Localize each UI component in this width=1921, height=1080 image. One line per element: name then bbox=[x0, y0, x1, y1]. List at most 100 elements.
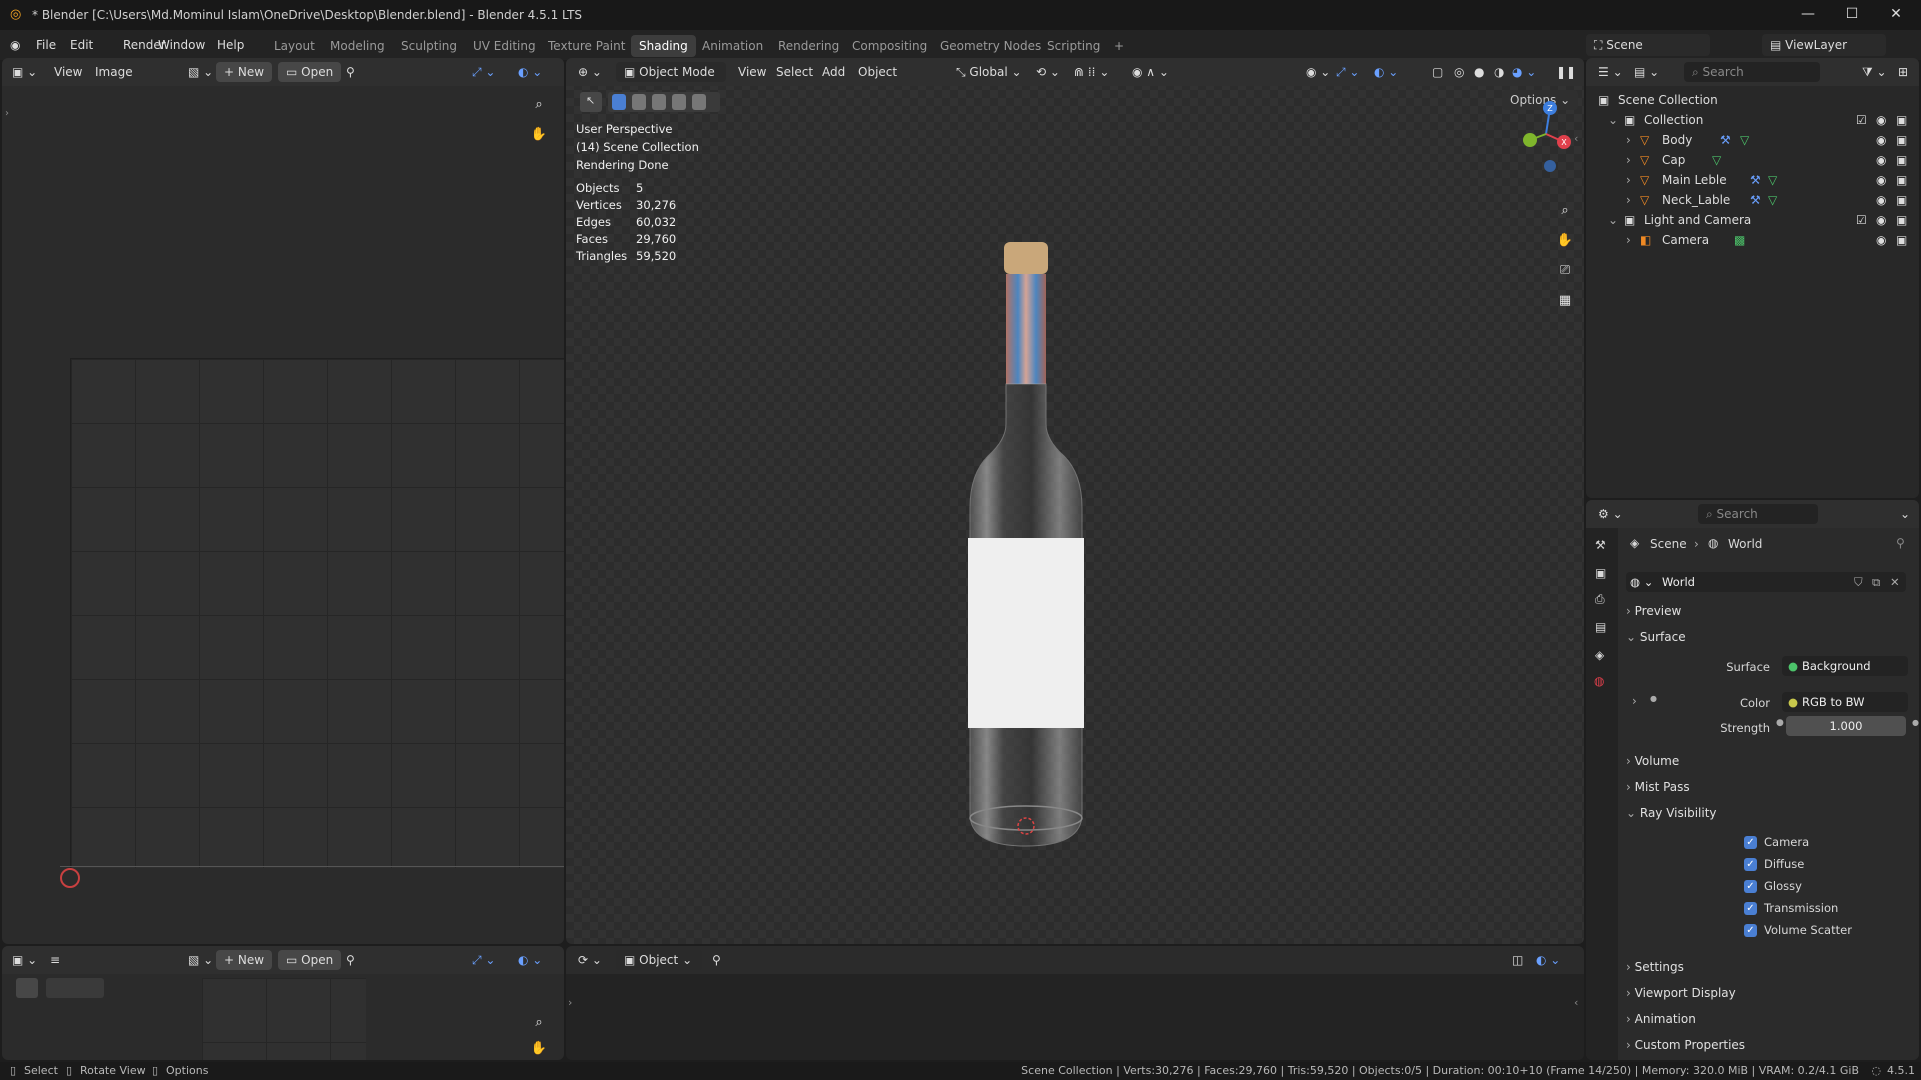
panel-viewport-display[interactable]: › Viewport Display bbox=[1626, 986, 1890, 1008]
close-button[interactable]: ✕ bbox=[1886, 6, 1906, 24]
editor-type-icon[interactable]: ▣ ⌄ bbox=[12, 950, 37, 970]
world-datablock[interactable]: ◍ ⌄ World ⛉ ⧉ ✕ bbox=[1626, 572, 1906, 592]
material-shading-icon[interactable]: ◑ bbox=[1494, 62, 1504, 82]
pin-icon[interactable]: ⚲ bbox=[346, 62, 355, 82]
select-extend-icon[interactable] bbox=[632, 94, 646, 110]
image-browse-icon[interactable]: ▧ ⌄ bbox=[188, 62, 213, 82]
chevron-down-icon[interactable]: ⌄ bbox=[1608, 113, 1618, 127]
3d-viewport[interactable]: ⊕ ⌄ ▣ Object Mode ⌄ View Select Add Obje… bbox=[566, 58, 1584, 944]
camera-render-icon[interactable]: ▣ bbox=[1896, 153, 1907, 167]
pan-hand-icon[interactable]: ✋ bbox=[1554, 230, 1576, 252]
menu-help[interactable]: Help bbox=[217, 38, 244, 52]
new-image-button[interactable]: + New bbox=[216, 62, 273, 82]
checkbox-icon[interactable]: ☑ bbox=[1856, 213, 1867, 227]
pin-icon[interactable]: ⚲ bbox=[1896, 536, 1905, 550]
editor-type-icon[interactable]: ⊕ ⌄ bbox=[578, 62, 602, 82]
tab-compositing[interactable]: Compositing bbox=[844, 35, 935, 57]
pan-hand-icon[interactable]: ✋ bbox=[528, 1038, 550, 1060]
eye-icon[interactable]: ◉ bbox=[1876, 113, 1886, 127]
display-mode-icon[interactable]: ▤ ⌄ bbox=[1634, 62, 1659, 82]
shader-type-selector[interactable]: ▣ Object ⌄ bbox=[616, 950, 702, 970]
eye-icon[interactable]: ◉ bbox=[1876, 133, 1886, 147]
panel-preview[interactable]: › Preview bbox=[1626, 604, 1890, 626]
tab-geometry-nodes[interactable]: Geometry Nodes bbox=[932, 35, 1049, 57]
select-tool-icon[interactable]: ↖ bbox=[580, 92, 602, 112]
eye-icon[interactable]: ◉ bbox=[1876, 193, 1886, 207]
glossy-checkbox[interactable]: ✓ bbox=[1744, 880, 1757, 893]
transmission-checkbox[interactable]: ✓ bbox=[1744, 902, 1757, 915]
menu-window[interactable]: Window bbox=[158, 38, 205, 52]
gizmo-toggle-icon[interactable]: ⤢ ⌄ bbox=[1336, 62, 1359, 82]
network-icon[interactable]: ◌ bbox=[1871, 1064, 1881, 1077]
menu-view[interactable]: View bbox=[738, 62, 766, 82]
proportional-edit-icon[interactable]: ◉ ∧ ⌄ bbox=[1132, 62, 1169, 82]
view-layer-selector[interactable]: ▤ ViewLayer bbox=[1762, 34, 1886, 56]
overlay-toggle-icon[interactable]: ◐ ⌄ bbox=[1374, 62, 1398, 82]
menu-select[interactable]: Select bbox=[776, 62, 813, 82]
menu-file[interactable]: File bbox=[36, 38, 56, 52]
outliner-search[interactable]: ⌕ Search bbox=[1684, 62, 1820, 82]
duplicate-icon[interactable]: ⧉ bbox=[1872, 572, 1880, 592]
chevron-right-icon[interactable]: › bbox=[1626, 233, 1631, 247]
camera-render-icon[interactable]: ▣ bbox=[1896, 133, 1907, 147]
select-subtract-icon[interactable] bbox=[652, 94, 666, 110]
select-invert-icon[interactable] bbox=[672, 94, 686, 110]
select-intersect-icon[interactable] bbox=[692, 94, 706, 110]
list-item[interactable]: ▣ Scene Collection bbox=[1586, 90, 1919, 110]
pan-hand-icon[interactable]: ✋ bbox=[528, 124, 550, 146]
pin-icon[interactable]: ⚲ bbox=[712, 950, 721, 970]
camera-view-icon[interactable]: ⎚ bbox=[1554, 260, 1576, 282]
editor-type-icon[interactable]: ▣ ⌄ bbox=[12, 62, 37, 82]
world-tab-icon[interactable]: ◍ bbox=[1594, 674, 1604, 688]
panel-mist-pass[interactable]: › Mist Pass bbox=[1626, 780, 1890, 802]
fake-user-icon[interactable]: ⛉ bbox=[1854, 572, 1863, 592]
mode-selector[interactable]: ▣ Object Mode ⌄ bbox=[616, 62, 726, 99]
chevron-right-icon[interactable]: › bbox=[1626, 173, 1631, 187]
panel-animation[interactable]: › Animation bbox=[1626, 1012, 1890, 1034]
sidebar-toggle-icon[interactable]: ‹ bbox=[1574, 132, 1578, 145]
surface-shader-field[interactable]: ● Background bbox=[1782, 656, 1908, 676]
tab-shading[interactable]: Shading bbox=[631, 35, 696, 57]
list-item[interactable]: › ◧ Camera ▩ ◉ ▣ bbox=[1586, 230, 1919, 250]
overlay-toggle-icon[interactable]: ◐ ⌄ bbox=[518, 950, 542, 970]
chevron-right-icon[interactable]: › bbox=[1626, 193, 1631, 207]
eye-icon[interactable]: ◉ bbox=[1876, 213, 1886, 227]
camera-render-icon[interactable]: ▣ bbox=[1896, 233, 1907, 247]
checkbox-icon[interactable]: ☑ bbox=[1856, 113, 1867, 127]
list-item[interactable]: › ▽ Cap ▽ ◉ ▣ bbox=[1586, 150, 1919, 170]
new-image-button[interactable]: + New bbox=[216, 950, 273, 970]
gizmo-toggle-icon[interactable]: ⤢ ⌄ bbox=[472, 62, 495, 82]
camera-render-icon[interactable]: ▣ bbox=[1896, 213, 1907, 227]
tab-layout[interactable]: Layout bbox=[266, 35, 323, 57]
visibility-icon[interactable]: ◉ ⌄ bbox=[1306, 62, 1330, 82]
output-tab-icon[interactable]: ⎙ bbox=[1595, 592, 1605, 607]
open-image-button[interactable]: ▭ Open bbox=[278, 62, 342, 82]
rendered-shading-icon[interactable]: ◕ ⌄ bbox=[1512, 62, 1536, 82]
ortho-toggle-icon[interactable]: ▦ bbox=[1554, 290, 1576, 312]
zoom-icon[interactable]: ⌕ bbox=[528, 94, 550, 116]
new-collection-icon[interactable]: ⊞ bbox=[1898, 62, 1908, 82]
chevron-right-icon[interactable]: › bbox=[1632, 694, 1637, 708]
tab-uv-editing[interactable]: UV Editing bbox=[465, 35, 544, 57]
filter-icon[interactable]: ⧩ ⌄ bbox=[1862, 62, 1887, 82]
panel-settings[interactable]: › Settings bbox=[1626, 960, 1890, 982]
scene-selector[interactable]: ⛶ Scene bbox=[1586, 34, 1710, 56]
chevron-down-icon[interactable]: ⌄ bbox=[1608, 213, 1618, 227]
menu-edit[interactable]: Edit bbox=[70, 38, 93, 52]
toolbar-expand-icon[interactable]: › bbox=[5, 108, 9, 119]
keyframe-dot-icon[interactable]: ● bbox=[1912, 718, 1919, 727]
chevron-right-icon[interactable]: › bbox=[1626, 153, 1631, 167]
shader-editor[interactable]: ⟳ ⌄ ▣ Object ⌄ ⚲ ◫ ◐ ⌄ › ‹ bbox=[566, 946, 1584, 1060]
panel-custom-properties[interactable]: › Custom Properties bbox=[1626, 1038, 1890, 1060]
panel-volume[interactable]: › Volume bbox=[1626, 754, 1890, 776]
image-grid[interactable] bbox=[70, 358, 564, 868]
chevron-down-icon[interactable]: ⌄ bbox=[1900, 504, 1910, 524]
solid-shading-icon[interactable]: ● bbox=[1474, 62, 1484, 82]
2d-cursor-icon[interactable] bbox=[60, 868, 80, 888]
volume-scatter-checkbox[interactable]: ✓ bbox=[1744, 924, 1757, 937]
tab-animation[interactable]: Animation bbox=[694, 35, 771, 57]
blender-menu-icon[interactable]: ◉ bbox=[10, 38, 20, 52]
select-mode-buttons[interactable] bbox=[46, 978, 104, 998]
sidebar-toggle-icon[interactable]: ‹ bbox=[1574, 996, 1578, 1009]
view-layer-tab-icon[interactable]: ▤ bbox=[1595, 620, 1606, 634]
